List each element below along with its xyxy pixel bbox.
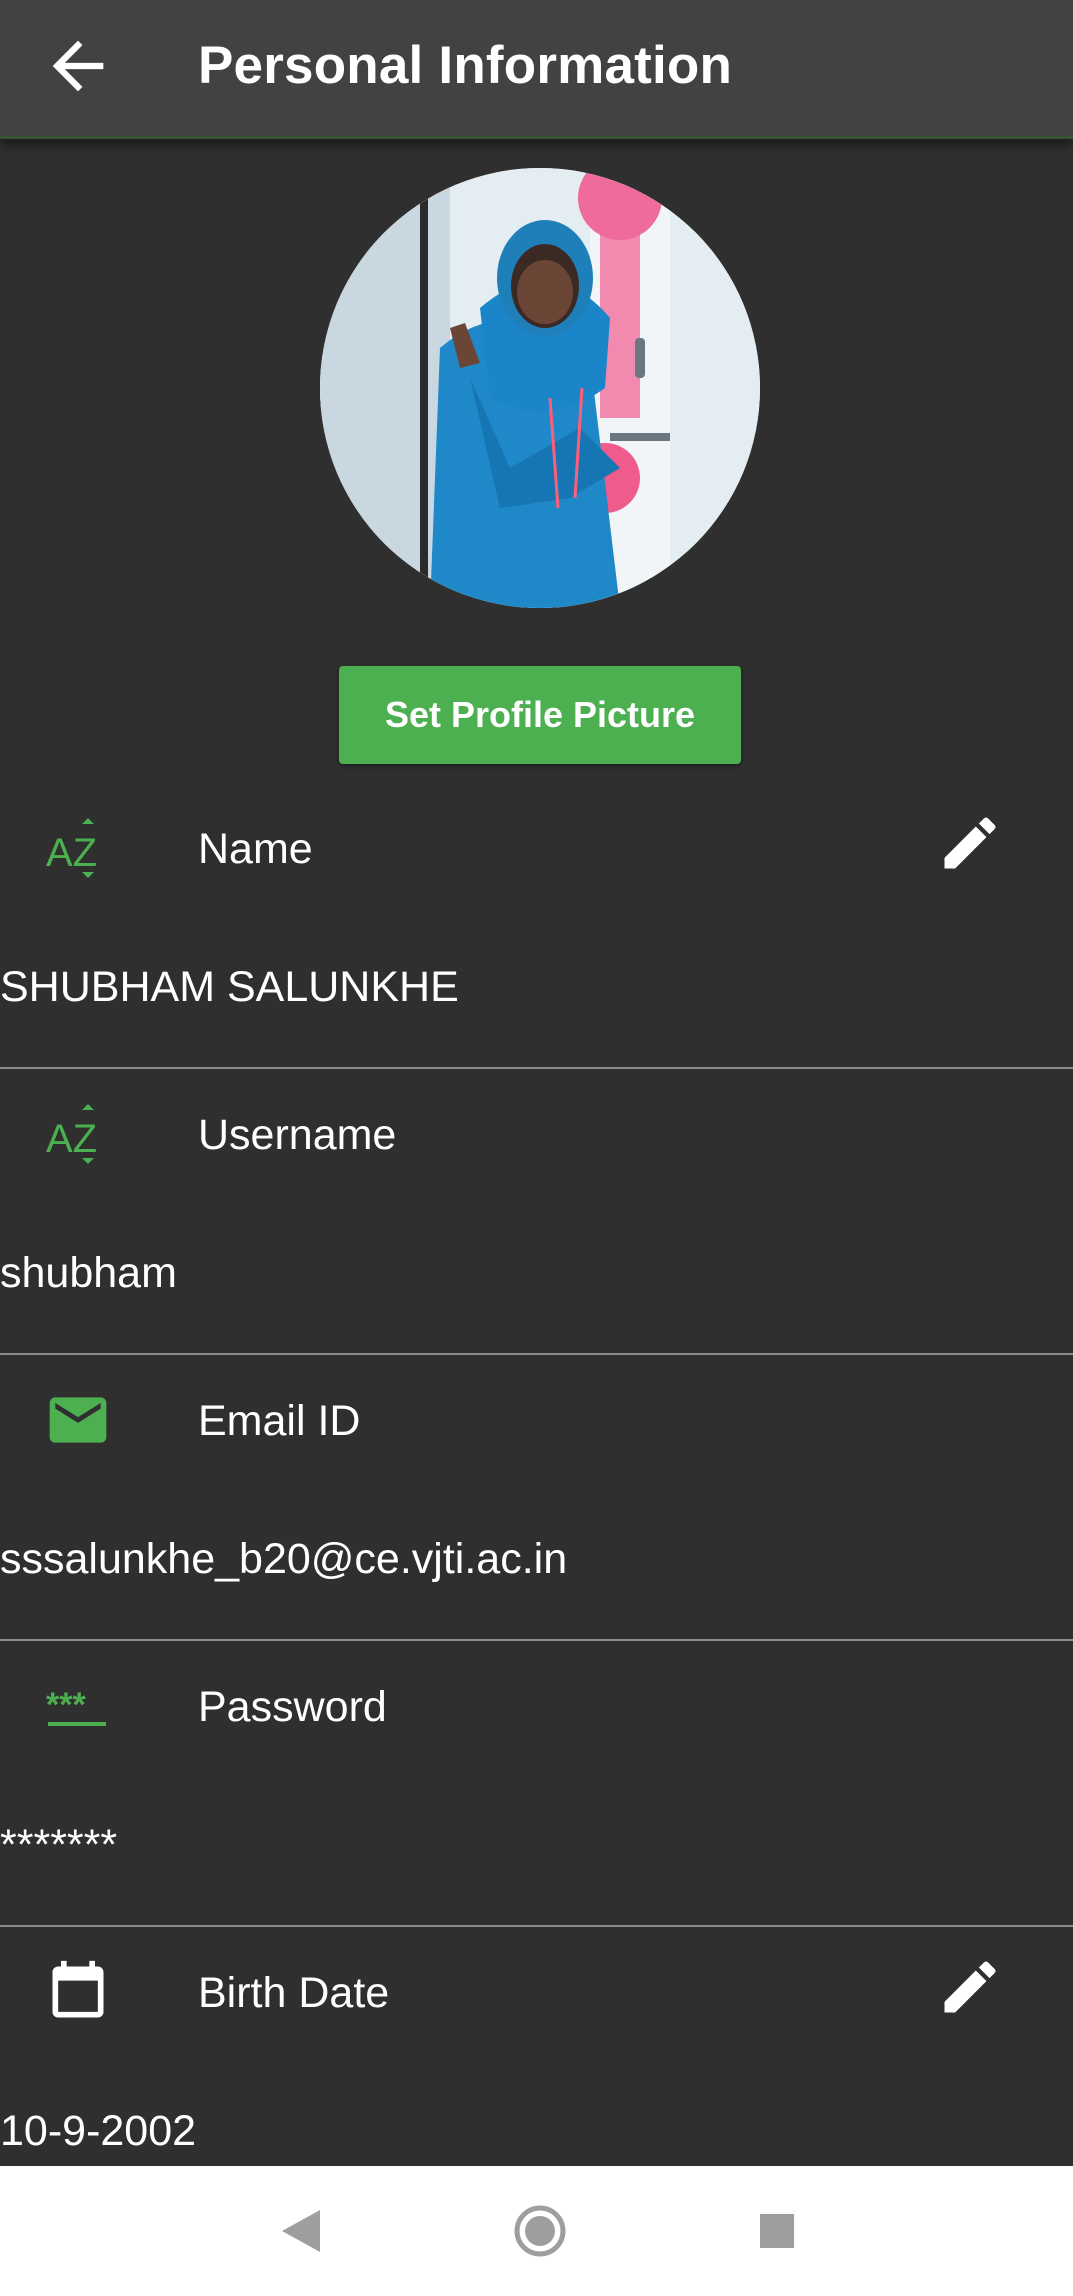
svg-text:AZ: AZ bbox=[46, 1117, 97, 1161]
nav-back-icon bbox=[282, 2210, 320, 2252]
field-label: Password bbox=[198, 1683, 387, 1731]
svg-text:AZ: AZ bbox=[46, 831, 97, 875]
nav-back-button[interactable] bbox=[262, 2196, 342, 2266]
field-label: Email ID bbox=[198, 1397, 361, 1445]
text-az-icon: AZ bbox=[46, 818, 97, 878]
field-icon bbox=[44, 1958, 112, 2026]
nav-home-button[interactable] bbox=[500, 2196, 580, 2266]
calendar-icon bbox=[52, 1960, 104, 2018]
set-profile-picture-button[interactable]: Set Profile Picture bbox=[339, 666, 741, 764]
field-icon: AZ bbox=[44, 814, 112, 882]
app-bar: Personal Information bbox=[0, 0, 1073, 139]
field-icon: *** bbox=[44, 1672, 112, 1740]
field-value: shubham bbox=[0, 1249, 177, 1297]
system-nav-bar bbox=[0, 2166, 1073, 2296]
nav-recents-icon bbox=[760, 2214, 794, 2248]
field-label: Name bbox=[198, 825, 313, 873]
field-icon: AZ bbox=[44, 1100, 112, 1168]
profile-photo bbox=[320, 168, 760, 608]
email-icon bbox=[49, 1397, 107, 1443]
field-value: ******* bbox=[0, 1821, 118, 1869]
back-button[interactable] bbox=[40, 28, 116, 104]
arrow-back-icon bbox=[52, 40, 104, 92]
email-field: Email ID sssalunkhe_b20@ce.vjti.ac.in bbox=[0, 1353, 1073, 1641]
field-value: 10-9-2002 bbox=[0, 2107, 197, 2155]
edit-icon bbox=[944, 1961, 996, 2013]
field-label: Username bbox=[198, 1111, 397, 1159]
password-field: *** Password ******* bbox=[0, 1639, 1073, 1927]
field-label: Birth Date bbox=[198, 1969, 390, 2017]
field-icon bbox=[44, 1386, 112, 1454]
edit-icon bbox=[944, 817, 996, 869]
edit-button[interactable] bbox=[936, 809, 1004, 877]
field-value: sssalunkhe_b20@ce.vjti.ac.in bbox=[0, 1535, 568, 1583]
name-field: AZ Name SHUBHAM SALUNKHE bbox=[0, 781, 1073, 1069]
field-value: SHUBHAM SALUNKHE bbox=[0, 963, 459, 1011]
avatar[interactable] bbox=[320, 168, 760, 608]
text-az-icon: AZ bbox=[46, 1104, 97, 1164]
edit-button[interactable] bbox=[936, 1953, 1004, 2021]
password-icon: *** bbox=[46, 1686, 106, 1726]
username-field: AZ Username shubham bbox=[0, 1067, 1073, 1355]
nav-home-icon bbox=[514, 2205, 566, 2257]
svg-text:***: *** bbox=[46, 1686, 86, 1724]
page-title: Personal Information bbox=[198, 36, 733, 95]
nav-recents-button[interactable] bbox=[737, 2196, 817, 2266]
